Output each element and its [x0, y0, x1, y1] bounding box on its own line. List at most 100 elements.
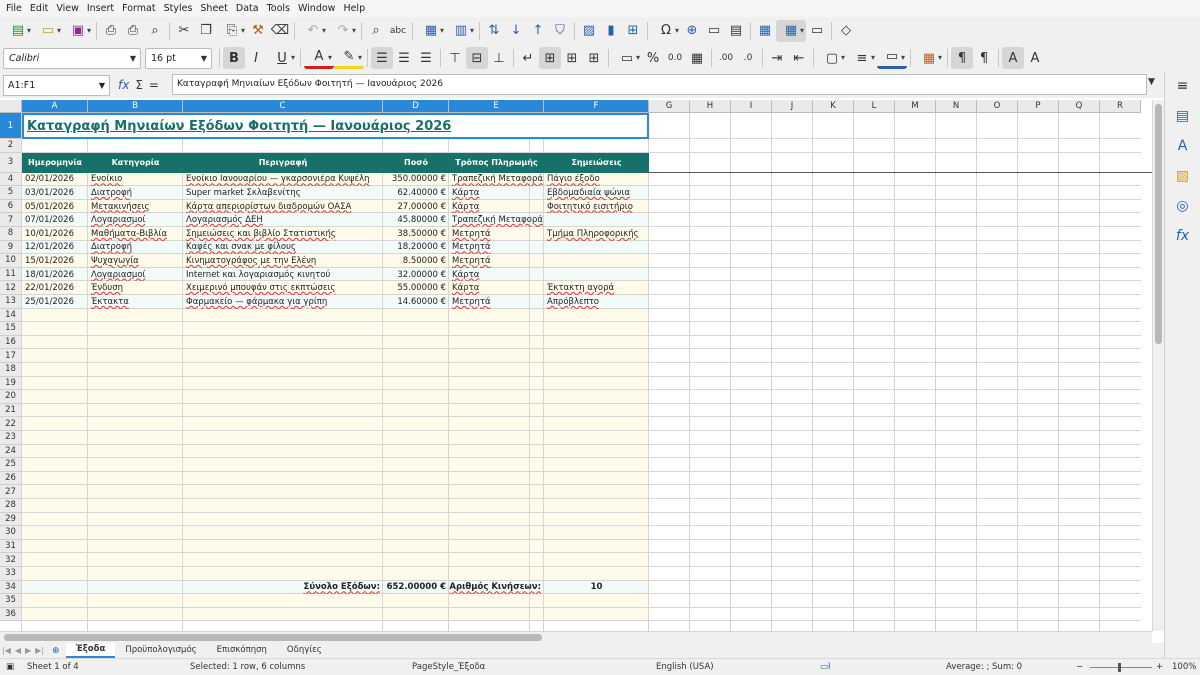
table-cell[interactable]: Πάγιο έξοδο: [544, 173, 649, 187]
percent-format-button[interactable]: %: [642, 47, 664, 69]
redo-icon[interactable]: ↷: [328, 20, 358, 42]
show-draw-functions-icon[interactable]: ◇: [835, 20, 857, 42]
table-cell[interactable]: [544, 268, 649, 282]
save-icon[interactable]: ▣: [63, 20, 93, 42]
table-cell[interactable]: 02/01/2026: [22, 173, 88, 187]
next-sheet-icon[interactable]: ▶: [23, 646, 33, 655]
table-cell[interactable]: Μετρητά: [449, 295, 544, 309]
font-color-button[interactable]: A: [304, 47, 334, 69]
row-header[interactable]: 12: [0, 281, 22, 295]
column-header[interactable]: O: [977, 100, 1018, 113]
add-decimal-button[interactable]: .00: [715, 47, 737, 69]
sum-status[interactable]: Average: ; Sum: 0: [946, 662, 1022, 672]
column-header[interactable]: L: [854, 100, 895, 113]
table-cell[interactable]: 12/01/2026: [22, 241, 88, 255]
menu-window[interactable]: Window: [294, 0, 339, 17]
formula-input[interactable]: Καταγραφή Μηνιαίων Εξόδων Φοιτητή — Ιανο…: [172, 74, 1147, 95]
paste-icon[interactable]: ⎘: [217, 20, 247, 42]
row-header[interactable]: 2: [0, 139, 22, 153]
row-header[interactable]: 30: [0, 526, 22, 540]
sort-ascending-icon[interactable]: ↓: [505, 20, 527, 42]
split-window-icon[interactable]: ▭: [806, 20, 828, 42]
column-header[interactable]: D: [383, 100, 449, 113]
row-header[interactable]: 7: [0, 213, 22, 227]
row-header[interactable]: 22: [0, 417, 22, 431]
special-character-icon[interactable]: Ω: [651, 20, 681, 42]
vertical-scroll-thumb[interactable]: [1155, 104, 1162, 344]
menu-data[interactable]: Data: [232, 0, 263, 17]
table-cell[interactable]: Τμήμα Πληροφορικής: [544, 227, 649, 241]
horizontal-scroll-thumb[interactable]: [4, 634, 542, 641]
increase-indent-icon[interactable]: ⇥: [766, 47, 788, 69]
left-to-right-icon[interactable]: ¶: [951, 47, 973, 69]
date-format-icon[interactable]: ▦: [686, 47, 708, 69]
font-size-combo[interactable]: 16 pt ▼: [145, 47, 212, 69]
table-cell[interactable]: Διατροφή: [88, 241, 183, 255]
column-header[interactable]: M: [895, 100, 936, 113]
table-cell[interactable]: 22/01/2026: [22, 281, 88, 295]
menu-sheet[interactable]: Sheet: [196, 0, 231, 17]
row-header[interactable]: 15: [0, 322, 22, 336]
column-header[interactable]: H: [690, 100, 731, 113]
table-cell[interactable]: Ένδυση: [88, 281, 183, 295]
table-cell[interactable]: Μαθήματα-Βιβλία: [88, 227, 183, 241]
define-print-area-icon[interactable]: ▦: [754, 20, 776, 42]
table-cell[interactable]: 03/01/2026: [22, 186, 88, 200]
column-header[interactable]: G: [649, 100, 690, 113]
column-header[interactable]: R: [1100, 100, 1141, 113]
row-header[interactable]: 34: [0, 580, 22, 595]
table-cell[interactable]: 45.80000 €: [383, 213, 449, 227]
sheet-tab[interactable]: Οδηγίες: [277, 643, 332, 658]
table-cell[interactable]: 05/01/2026: [22, 200, 88, 214]
borders-icon[interactable]: ▢: [817, 47, 847, 69]
clear-formatting-icon[interactable]: ⌫: [269, 20, 291, 42]
sheet-count[interactable]: Sheet 1 of 4: [27, 662, 79, 672]
cell-area[interactable]: Καταγραφή Μηνιαίων Εξόδων Φοιτητή — Ιανο…: [21, 113, 1164, 631]
row-header[interactable]: 18: [0, 363, 22, 377]
column-header[interactable]: E: [449, 100, 544, 113]
row-header[interactable]: 32: [0, 553, 22, 567]
row-header[interactable]: 6: [0, 199, 22, 214]
merge-cells-icon[interactable]: ⊞: [561, 47, 583, 69]
column-header[interactable]: Q: [1059, 100, 1100, 113]
align-left-icon[interactable]: ☰: [371, 47, 393, 69]
border-color-icon[interactable]: ▭: [877, 47, 907, 69]
column-header-cell[interactable]: Κατηγορία: [88, 152, 183, 173]
table-cell[interactable]: Λογαριασμός ΔΕΗ: [183, 213, 383, 227]
column-header[interactable]: P: [1018, 100, 1059, 113]
horizontal-scrollbar[interactable]: [0, 631, 1152, 643]
column-icon[interactable]: ▥: [446, 20, 476, 42]
font-name-combo[interactable]: Calibri ▼: [3, 47, 141, 69]
menu-view[interactable]: View: [52, 0, 83, 17]
row-header[interactable]: 11: [0, 267, 22, 282]
language-status[interactable]: English (USA): [656, 662, 714, 672]
table-cell[interactable]: [544, 213, 649, 227]
row-header[interactable]: 25: [0, 458, 22, 472]
menu-styles[interactable]: Styles: [160, 0, 197, 17]
table-cell[interactable]: Κάρτα: [449, 186, 544, 200]
open-folder-icon[interactable]: ▭: [33, 20, 63, 42]
last-sheet-icon[interactable]: ▶|: [33, 646, 46, 655]
row-header[interactable]: 20: [0, 390, 22, 404]
underline-button[interactable]: U: [267, 47, 297, 69]
expand-formula-bar-icon[interactable]: ▼: [1148, 77, 1155, 87]
column-header-cell[interactable]: Τρόπος Πληρωμής: [449, 152, 544, 173]
select-all-corner[interactable]: [0, 100, 22, 113]
number-format-button[interactable]: 0.0: [664, 47, 686, 69]
row-header[interactable]: 4: [0, 172, 22, 187]
column-header[interactable]: J: [772, 100, 813, 113]
align-right-icon[interactable]: ☰: [415, 47, 437, 69]
headers-footers-icon[interactable]: ▤: [725, 20, 747, 42]
currency-format-icon[interactable]: ▭: [612, 47, 642, 69]
bold-button[interactable]: B: [223, 47, 245, 69]
highlight-color-icon[interactable]: ✎: [334, 47, 364, 69]
table-cell[interactable]: 18.20000 €: [383, 241, 449, 255]
table-cell[interactable]: 10/01/2026: [22, 227, 88, 241]
column-header[interactable]: K: [813, 100, 854, 113]
row-header[interactable]: 9: [0, 240, 22, 255]
row-header[interactable]: 5: [0, 186, 22, 200]
add-sheet-icon[interactable]: ⊕: [50, 646, 62, 656]
insert-chart-icon[interactable]: ▮: [600, 20, 622, 42]
name-box[interactable]: A1:F1 ▼: [3, 74, 110, 96]
row-header[interactable]: 27: [0, 485, 22, 499]
